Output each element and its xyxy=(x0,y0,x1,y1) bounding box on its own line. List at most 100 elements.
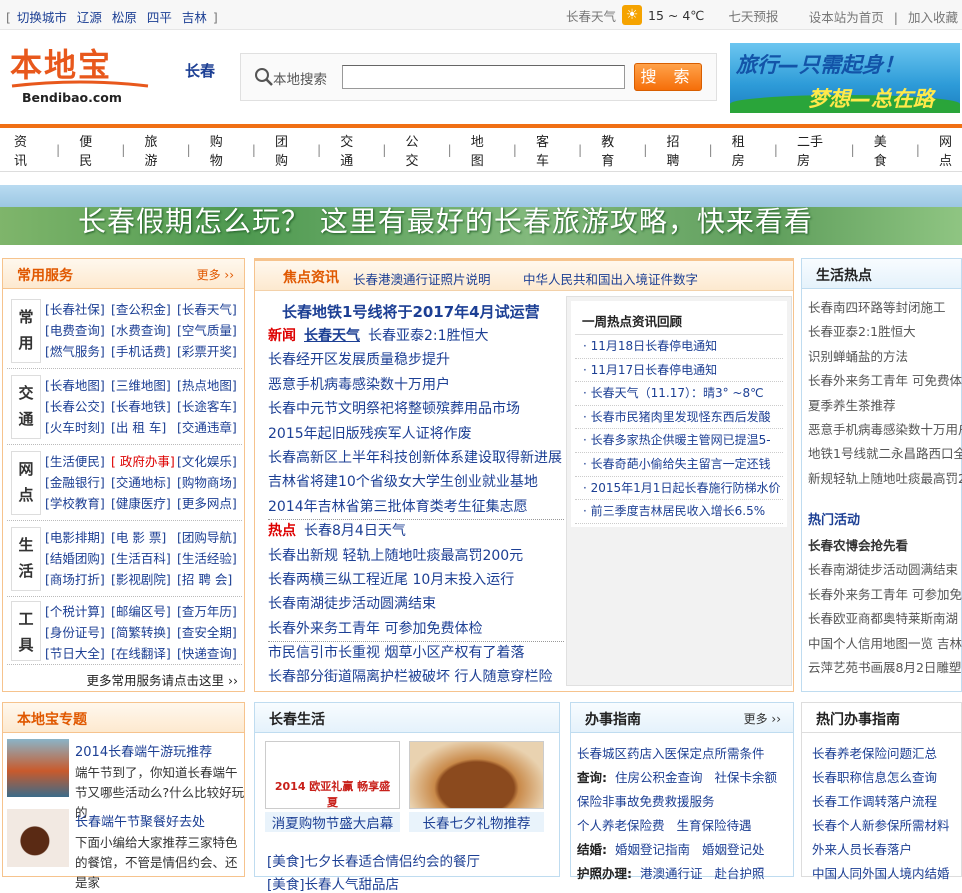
service-link[interactable]: [团购导航] xyxy=(177,527,243,548)
service-link[interactable]: [结婚团购] xyxy=(45,548,111,569)
guide-link[interactable]: 住房公积金查询 xyxy=(615,770,703,785)
life-hot-item[interactable]: 地铁1号线就二永昌路西口全 xyxy=(808,443,962,467)
news-item[interactable]: 2015年起旧版残疾军人证将作废 xyxy=(268,423,564,447)
service-link[interactable]: [空气质量] xyxy=(177,320,243,341)
city-link[interactable]: 吉林 xyxy=(182,10,207,25)
service-link[interactable]: [健康医疗] xyxy=(111,493,177,514)
news-title[interactable]: 长春部分街道隔离护栏被破坏 行人随意穿栏险 xyxy=(268,669,552,685)
shopping-festival-image[interactable]: 2014 欧亚礼赢 畅享盛夏 xyxy=(265,741,400,809)
service-link[interactable]: [更多网点] xyxy=(177,493,243,514)
topic-title[interactable]: 2014长春端午游玩推荐 xyxy=(75,741,212,760)
service-link[interactable]: [招 聘 会] xyxy=(177,569,243,590)
guide-link[interactable]: 生育保险待遇 xyxy=(677,818,752,833)
service-link[interactable]: [节日大全] xyxy=(45,643,111,664)
weekly-item[interactable]: · 长春天气（11.17）：晴3° ~8℃ xyxy=(575,382,783,406)
service-link[interactable]: [电费查询] xyxy=(45,320,111,341)
service-link[interactable]: [查公积金] xyxy=(111,299,177,320)
service-link[interactable]: [出 租 车] xyxy=(111,417,177,438)
weekly-item[interactable]: · 前三季度吉林居民收入增长6.5% xyxy=(575,500,783,524)
guide-link[interactable]: 长春城区药店入医保定点所需条件 xyxy=(577,746,765,761)
weekly-item[interactable]: · 长春市民猪肉里发现怪东西后发酸 xyxy=(575,406,783,430)
guide-link[interactable]: 港澳通行证 xyxy=(640,866,703,881)
activity-item[interactable]: 云萍艺苑书画展8月2日雕塑公 xyxy=(808,657,962,681)
service-link[interactable]: [文化娱乐] xyxy=(177,451,243,472)
nav-item[interactable]: 团购 xyxy=(275,131,298,169)
news-title[interactable]: 长春中元节文明祭祀将整顿殡葬用品市场 xyxy=(268,401,520,417)
weekly-item[interactable]: · 长春多家热企供暖主管网已提温5- xyxy=(575,429,783,453)
news-title[interactable]: 2015年起旧版残疾军人证将作废 xyxy=(268,426,472,442)
news-title[interactable]: 吉林省将建10个省级女大学生创业就业基地 xyxy=(268,474,538,490)
service-link[interactable]: [热点地图] xyxy=(177,375,243,396)
guide-link[interactable]: 婚姻登记指南 xyxy=(615,842,690,857)
nav-item[interactable]: 客车 xyxy=(536,131,559,169)
activity-item[interactable]: 长春欧亚商都奥特莱斯南湖 xyxy=(808,608,962,632)
service-link[interactable]: [三维地图] xyxy=(111,375,177,396)
forecast-link[interactable]: 七天预报 xyxy=(728,6,778,25)
news-item[interactable]: 长春部分街道隔离护栏被破坏 行人随意穿栏险 xyxy=(268,666,564,690)
service-link[interactable]: [影视剧院] xyxy=(111,569,177,590)
life-hot-item[interactable]: 长春外来务工青年 可免费体检 xyxy=(808,370,962,394)
switch-city-link[interactable]: 切换城市 xyxy=(17,10,67,25)
search-input[interactable] xyxy=(342,65,625,89)
weekly-item[interactable]: · 2015年1月1日起长春施行防梯水价 xyxy=(575,477,783,501)
activity-item[interactable]: 长春农博会抢先看 xyxy=(808,535,962,559)
service-link[interactable]: [长春地铁] xyxy=(111,396,177,417)
service-link[interactable]: [长途客车] xyxy=(177,396,243,417)
news-item[interactable]: 新闻 长春天气 长春亚泰2:1胜恒大 xyxy=(268,325,564,349)
news-item[interactable]: 长春经开区发展质量稳步提升 xyxy=(268,349,564,373)
news-title[interactable]: 恶意手机病毒感染数十万用户 xyxy=(268,377,450,393)
set-home-link[interactable]: 设本站为首页 xyxy=(809,10,884,25)
service-link[interactable]: [简繁转换] xyxy=(111,622,177,643)
nav-item[interactable]: 资讯 xyxy=(14,131,37,169)
service-link[interactable]: [电影排期] xyxy=(45,527,111,548)
gift-image[interactable] xyxy=(409,741,544,809)
nav-item[interactable]: 购物 xyxy=(210,131,233,169)
weather-city-link[interactable]: 长春天气 xyxy=(566,6,616,25)
life-hot-item[interactable]: 恶意手机病毒感染数十万用户 xyxy=(808,419,962,443)
life-hot-item[interactable]: 长春亚泰2:1胜恒大 xyxy=(808,321,962,345)
hot-guide-item[interactable]: 长春养老保险问题汇总 xyxy=(812,743,937,762)
service-link[interactable]: [购物商场] xyxy=(177,472,243,493)
life-link[interactable]: [美食]七夕长春适合情侣约会的餐厅 xyxy=(267,850,480,870)
hot-guide-item[interactable]: 长春职称信息怎么查询 xyxy=(812,767,937,786)
news-item[interactable]: 吉林省将建10个省级女大学生创业就业基地 xyxy=(268,471,564,495)
news-item[interactable]: 长春出新规 轻轨上随地吐痰最高罚200元 xyxy=(268,545,564,569)
news-item[interactable]: 长春两横三纵工程近尾 10月末投入运行 xyxy=(268,569,564,593)
service-link[interactable]: [交通地标] xyxy=(111,472,177,493)
service-link[interactable]: [个税计算] xyxy=(45,601,111,622)
nav-item[interactable]: 便民 xyxy=(79,131,102,169)
site-logo[interactable]: 本地宝 Bendibao.com xyxy=(10,46,150,110)
news-title[interactable]: 长春两横三纵工程近尾 10月末投入运行 xyxy=(268,572,514,588)
hot-guide-item[interactable]: 中国人同外国人境内结婚 xyxy=(812,863,950,882)
hot-guide-item[interactable]: 外来人员长春落户 xyxy=(812,839,912,858)
search-button[interactable]: 搜 索 xyxy=(634,63,702,91)
guide-link[interactable]: 保险非事故免费救援服务 xyxy=(577,794,715,809)
nav-item[interactable]: 二手房 xyxy=(797,131,832,169)
news-tag[interactable]: 热点 xyxy=(268,523,296,539)
service-link[interactable]: [金融银行] xyxy=(45,472,111,493)
service-link[interactable]: [交通违章] xyxy=(177,417,243,438)
news-title[interactable]: 长春外来务工青年 可参加免费体检 xyxy=(268,621,482,637)
weekly-item[interactable]: · 11月17日长春停电通知 xyxy=(575,359,783,383)
service-link[interactable]: [生活经验] xyxy=(177,548,243,569)
image-caption[interactable]: 消夏购物节盛大启幕 xyxy=(265,812,400,832)
city-link[interactable]: 四平 xyxy=(147,10,172,25)
activity-item[interactable]: 长春南湖徒步活动圆满结束 xyxy=(808,559,962,583)
service-link[interactable]: [生活便民] xyxy=(45,451,111,472)
headline-link[interactable]: 长春地铁1号线将于2017年4月试运营 xyxy=(282,301,540,322)
service-link[interactable]: [快递查询] xyxy=(177,643,243,664)
favorite-link[interactable]: 加入收藏 xyxy=(908,10,958,25)
news-title[interactable]: 长春南湖徒步活动圆满结束 xyxy=(268,596,436,612)
guide-link[interactable]: 社保卡余额 xyxy=(715,770,778,785)
city-link[interactable]: 松原 xyxy=(112,10,137,25)
service-link[interactable]: [长春地图] xyxy=(45,375,111,396)
guide-link[interactable]: 赴台护照 xyxy=(715,866,765,881)
nav-item[interactable]: 教育 xyxy=(601,131,624,169)
travel-guide-banner[interactable]: 长春假期怎么玩？ 这里有最好的长春旅游攻略，快来看看 xyxy=(0,185,962,245)
nav-item[interactable]: 租房 xyxy=(732,131,755,169)
news-item[interactable]: 长春外来务工青年 可参加免费体检 xyxy=(268,618,564,643)
travel-ad-banner[interactable]: 旅行—只需起身！ 梦想—总在路上！ xyxy=(730,43,960,113)
news-title[interactable]: 长春亚泰2:1胜恒大 xyxy=(368,328,489,344)
service-link[interactable]: [长春社保] xyxy=(45,299,111,320)
hot-guide-item[interactable]: 长春工作调转落户流程 xyxy=(812,791,937,810)
